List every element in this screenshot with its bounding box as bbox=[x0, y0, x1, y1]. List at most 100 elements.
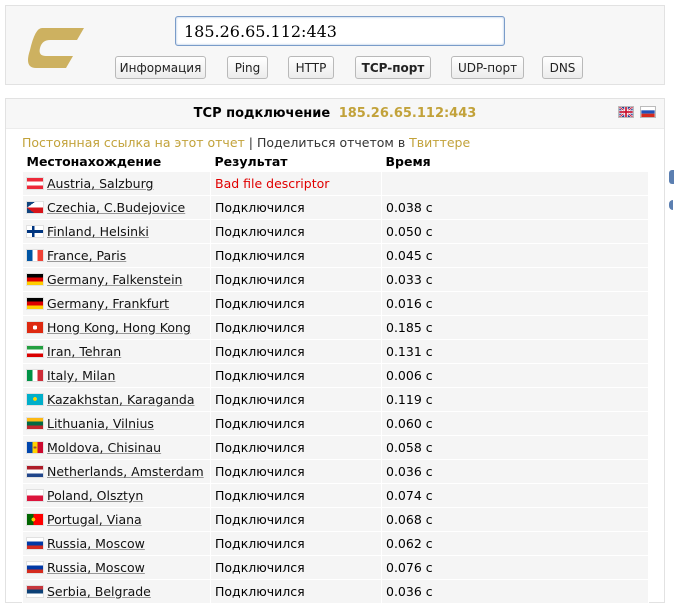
result-cell: Подключился bbox=[210, 219, 382, 244]
de-flag-icon bbox=[27, 274, 43, 285]
table-row: Austria, Salzburg Bad file descriptor bbox=[22, 171, 649, 196]
table-row: Serbia, Belgrade Подключился 0.036 с bbox=[22, 579, 649, 604]
time-cell: 0.036 с bbox=[381, 459, 649, 484]
location-link[interactable]: Lithuania, Vilnius bbox=[47, 416, 154, 431]
table-row: Finland, Helsinki Подключился 0.050 с bbox=[22, 219, 649, 244]
result-cell: Подключился bbox=[210, 315, 382, 340]
ru-flag-icon bbox=[27, 562, 43, 573]
table-row: Russia, Moscow Подключился 0.062 с bbox=[22, 531, 649, 556]
location-cell: Lithuania, Vilnius bbox=[22, 411, 211, 436]
table-row: Lithuania, Vilnius Подключился 0.060 с bbox=[22, 411, 649, 436]
ir-flag-icon bbox=[27, 346, 43, 357]
location-link[interactable]: Czechia, C.Budejovice bbox=[47, 200, 185, 215]
it-flag-icon bbox=[27, 370, 43, 381]
table-row: Germany, Frankfurt Подключился 0.016 с bbox=[22, 291, 649, 316]
de-flag-icon bbox=[27, 298, 43, 309]
location-link[interactable]: Moldova, Chisinau bbox=[47, 440, 161, 455]
tab-dns[interactable]: DNS bbox=[542, 56, 583, 79]
header-time: Время bbox=[385, 153, 431, 169]
table-row: France, Paris Подключился 0.045 с bbox=[22, 243, 649, 268]
result-cell: Подключился bbox=[210, 435, 382, 460]
location-link[interactable]: Finland, Helsinki bbox=[47, 224, 149, 239]
result-cell: Подключился bbox=[210, 339, 382, 364]
result-cell: Подключился bbox=[210, 267, 382, 292]
location-cell: Kazakhstan, Karaganda bbox=[22, 387, 211, 412]
kz-flag-icon bbox=[27, 394, 43, 405]
table-row: Kazakhstan, Karaganda Подключился 0.119 с bbox=[22, 387, 649, 412]
tab-http[interactable]: HTTP bbox=[288, 56, 334, 79]
location-link[interactable]: Russia, Moscow bbox=[47, 560, 145, 575]
time-cell: 0.038 с bbox=[381, 195, 649, 220]
location-cell: Hong Kong, Hong Kong bbox=[22, 315, 211, 340]
hk-flag-icon bbox=[27, 322, 43, 333]
location-link[interactable]: France, Paris bbox=[47, 248, 126, 263]
twitter-link[interactable]: Твиттере bbox=[409, 135, 470, 150]
cz-flag-icon bbox=[27, 202, 43, 213]
pl-flag-icon bbox=[27, 490, 43, 501]
share-separator: | bbox=[244, 135, 257, 150]
host-input[interactable] bbox=[175, 16, 505, 46]
results-table: Местонахождение Результат Время Austria,… bbox=[22, 151, 649, 604]
time-cell: 0.033 с bbox=[381, 267, 649, 292]
table-header-row: Местонахождение Результат Время bbox=[23, 151, 649, 172]
location-cell: Portugal, Viana bbox=[22, 507, 211, 532]
time-cell: 0.074 с bbox=[381, 483, 649, 508]
location-link[interactable]: Kazakhstan, Karaganda bbox=[47, 392, 195, 407]
tab-информация[interactable]: Информация bbox=[115, 56, 206, 79]
results-panel: TCP подключение 185.26.65.112:443 Постоя… bbox=[5, 98, 665, 604]
ru-flag-icon bbox=[27, 538, 43, 549]
panel-title: TCP подключение bbox=[193, 106, 331, 121]
location-cell: Germany, Frankfurt bbox=[22, 291, 211, 316]
table-row: Germany, Falkenstein Подключился 0.033 с bbox=[22, 267, 649, 292]
result-cell: Подключился bbox=[210, 531, 382, 556]
tab-ping[interactable]: Ping bbox=[227, 56, 268, 79]
location-link[interactable]: Poland, Olsztyn bbox=[47, 488, 143, 503]
location-cell: Austria, Salzburg bbox=[22, 171, 211, 196]
ru-flag-icon[interactable] bbox=[640, 106, 656, 118]
location-cell: Russia, Moscow bbox=[22, 555, 211, 580]
location-cell: Czechia, C.Budejovice bbox=[22, 195, 211, 220]
location-link[interactable]: Hong Kong, Hong Kong bbox=[47, 320, 191, 335]
time-cell: 0.036 с bbox=[381, 579, 649, 604]
time-cell: 0.131 с bbox=[381, 339, 649, 364]
location-link[interactable]: Italy, Milan bbox=[47, 368, 115, 383]
table-row: Russia, Moscow Подключился 0.076 с bbox=[22, 555, 649, 580]
site-logo[interactable] bbox=[28, 20, 84, 76]
location-link[interactable]: Netherlands, Amsterdam bbox=[47, 464, 204, 479]
panel-host: 185.26.65.112:443 bbox=[338, 106, 477, 121]
location-link[interactable]: Germany, Falkenstein bbox=[47, 272, 182, 287]
time-cell: 0.016 с bbox=[381, 291, 649, 316]
result-cell: Подключился bbox=[210, 195, 382, 220]
table-row: Moldova, Chisinau Подключился 0.058 с bbox=[22, 435, 649, 460]
nl-flag-icon bbox=[27, 466, 43, 477]
location-cell: Netherlands, Amsterdam bbox=[22, 459, 211, 484]
location-link[interactable]: Russia, Moscow bbox=[47, 536, 145, 551]
share-text: Поделиться отчетом bbox=[256, 135, 394, 150]
table-row: Netherlands, Amsterdam Подключился 0.036 с bbox=[22, 459, 649, 484]
uk-flag-icon[interactable] bbox=[618, 106, 634, 118]
location-link[interactable]: Iran, Tehran bbox=[47, 344, 121, 359]
header-result: Результат bbox=[214, 153, 288, 169]
header-location: Местонахождение bbox=[26, 153, 162, 169]
location-cell: Russia, Moscow bbox=[22, 531, 211, 556]
md-flag-icon bbox=[27, 442, 43, 453]
table-row: Iran, Tehran Подключился 0.131 с bbox=[22, 339, 649, 364]
table-row: Portugal, Viana Подключился 0.068 с bbox=[22, 507, 649, 532]
location-link[interactable]: Germany, Frankfurt bbox=[47, 296, 169, 311]
permalink-link[interactable]: Постоянная ссылка на этот отчет bbox=[22, 135, 245, 150]
location-link[interactable]: Austria, Salzburg bbox=[47, 176, 153, 191]
location-cell: Iran, Tehran bbox=[22, 339, 211, 364]
location-cell: France, Paris bbox=[22, 243, 211, 268]
side-scroll-marker bbox=[669, 170, 674, 184]
time-cell: 0.185 с bbox=[381, 315, 649, 340]
location-cell: Poland, Olsztyn bbox=[22, 483, 211, 508]
time-cell: 0.006 с bbox=[381, 363, 649, 388]
result-cell: Подключился bbox=[210, 291, 382, 316]
tab-udp-порт[interactable]: UDP-порт bbox=[451, 56, 524, 79]
pt-flag-icon bbox=[27, 514, 43, 525]
table-row: Italy, Milan Подключился 0.006 с bbox=[22, 363, 649, 388]
location-link[interactable]: Portugal, Viana bbox=[47, 512, 142, 527]
tab-tcp-порт[interactable]: TCP-порт bbox=[355, 56, 431, 79]
time-cell: 0.050 с bbox=[381, 219, 649, 244]
time-cell: 0.119 с bbox=[381, 387, 649, 412]
